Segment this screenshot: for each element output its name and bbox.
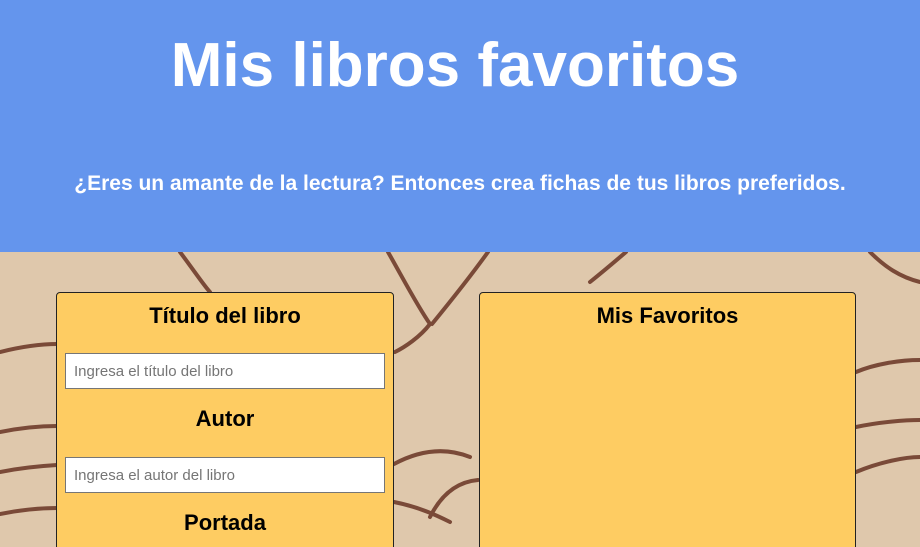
author-label: Autor — [195, 406, 255, 431]
page-subtitle: ¿Eres un amante de la lectura? Entonces … — [74, 172, 846, 195]
art-stroke — [428, 478, 480, 519]
art-stroke — [0, 424, 59, 434]
page-title: Mis libros favoritos — [170, 31, 740, 100]
art-stroke — [0, 342, 59, 354]
favorites-title: Mis Favoritos — [596, 303, 739, 328]
title-label: Título del libro — [149, 303, 301, 328]
art-stroke — [868, 252, 920, 284]
book-form-panel: Título del libro Autor Portada — [56, 292, 394, 547]
art-stroke — [0, 506, 59, 516]
page-header: Mis libros favoritos ¿Eres un amante de … — [0, 0, 920, 252]
art-stroke — [854, 455, 920, 474]
art-stroke — [854, 358, 920, 374]
art-stroke — [392, 449, 472, 466]
art-stroke — [854, 418, 920, 429]
art-stroke — [178, 252, 212, 294]
art-stroke — [588, 252, 628, 284]
cover-label: Portada — [184, 510, 266, 535]
book-author-input[interactable] — [65, 457, 385, 493]
art-stroke — [386, 252, 432, 326]
art-stroke — [0, 463, 59, 474]
favorites-panel: Mis Favoritos — [479, 292, 856, 547]
book-title-input[interactable] — [65, 353, 385, 389]
art-stroke — [393, 322, 432, 354]
art-stroke — [392, 500, 452, 524]
